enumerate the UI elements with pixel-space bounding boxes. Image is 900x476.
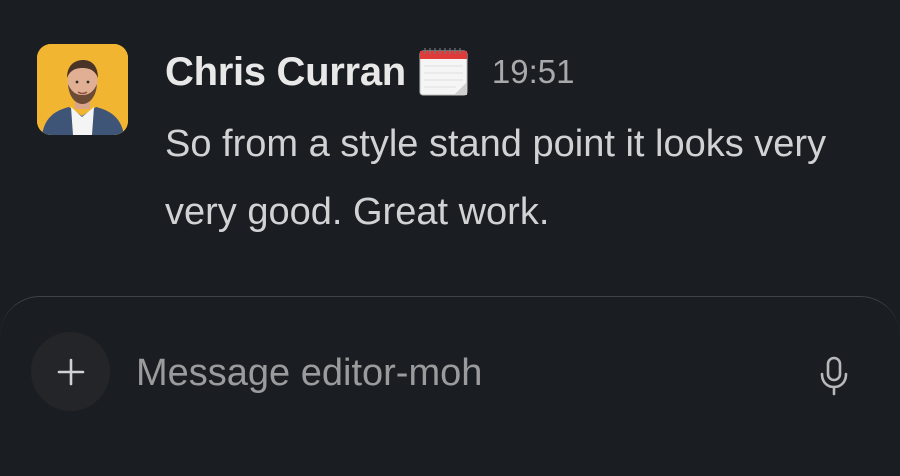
message-input[interactable]: [136, 349, 756, 397]
microphone-icon: [820, 356, 848, 396]
calendar-icon[interactable]: [418, 46, 470, 98]
message-header: Chris Curran 19:51: [165, 46, 575, 98]
plus-icon: [57, 358, 84, 385]
message-body: So from a style stand point it looks ver…: [165, 123, 827, 233]
add-attachment-button[interactable]: [31, 332, 110, 411]
avatar-image: [37, 44, 128, 135]
author-name[interactable]: Chris Curran: [165, 50, 406, 95]
microphone-button[interactable]: [812, 354, 856, 398]
message-composer: [0, 296, 900, 476]
avatar[interactable]: [37, 44, 128, 135]
message-item: Chris Curran 19:51 So from a style stand…: [0, 0, 900, 295]
message-timestamp[interactable]: 19:51: [492, 53, 575, 91]
